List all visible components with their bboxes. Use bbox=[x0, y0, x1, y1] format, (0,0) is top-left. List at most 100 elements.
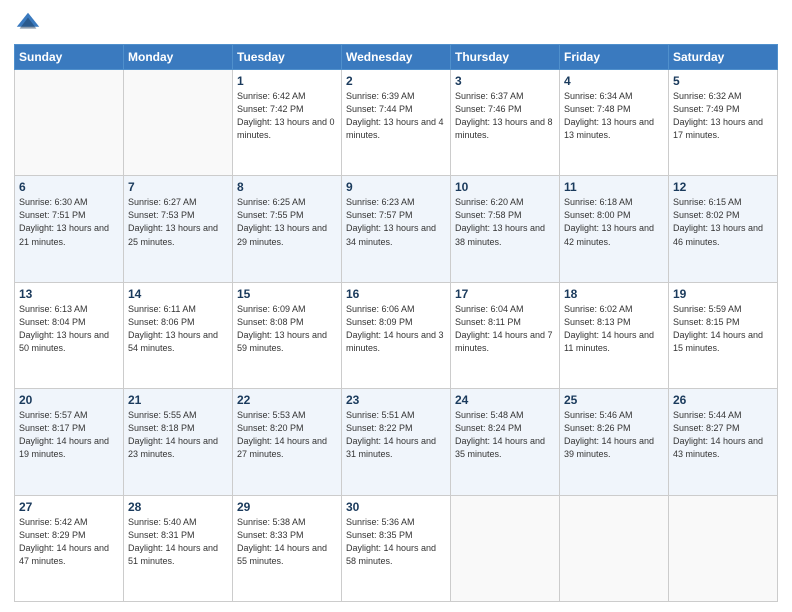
calendar-cell bbox=[124, 70, 233, 176]
cell-info: Sunrise: 6:11 AM Sunset: 8:06 PM Dayligh… bbox=[128, 303, 228, 355]
cell-info: Sunrise: 6:39 AM Sunset: 7:44 PM Dayligh… bbox=[346, 90, 446, 142]
day-number: 22 bbox=[237, 393, 337, 407]
day-number: 27 bbox=[19, 500, 119, 514]
day-number: 17 bbox=[455, 287, 555, 301]
day-number: 5 bbox=[673, 74, 773, 88]
calendar-cell: 16Sunrise: 6:06 AM Sunset: 8:09 PM Dayli… bbox=[342, 282, 451, 388]
calendar-cell: 15 Sunrise: 6:09 AM Sunset: 8:08 PM Dayli… bbox=[233, 282, 342, 388]
day-number: 8 bbox=[237, 180, 337, 194]
day-number: 4 bbox=[564, 74, 664, 88]
weekday-header-row: SundayMondayTuesdayWednesdayThursdayFrid… bbox=[15, 45, 778, 70]
day-number: 15 bbox=[237, 287, 337, 301]
calendar-week-row: 20 Sunrise: 5:57 AM Sunset: 8:17 PM Dayli… bbox=[15, 389, 778, 495]
calendar-cell: 19 Sunrise: 5:59 AM Sunset: 8:15 PM Dayli… bbox=[669, 282, 778, 388]
calendar-cell: 14 Sunrise: 6:11 AM Sunset: 8:06 PM Dayli… bbox=[124, 282, 233, 388]
cell-info: Sunrise: 6:25 AM Sunset: 7:55 PM Dayligh… bbox=[237, 196, 337, 248]
calendar-cell: 10 Sunrise: 6:20 AM Sunset: 7:58 PM Dayli… bbox=[451, 176, 560, 282]
calendar-cell: 23 Sunrise: 5:51 AM Sunset: 8:22 PM Dayli… bbox=[342, 389, 451, 495]
cell-info: Sunrise: 6:02 AM Sunset: 8:13 PM Dayligh… bbox=[564, 303, 664, 355]
calendar-cell: 20 Sunrise: 5:57 AM Sunset: 8:17 PM Dayli… bbox=[15, 389, 124, 495]
cell-info: Sunrise: 5:40 AM Sunset: 8:31 PM Dayligh… bbox=[128, 516, 228, 568]
calendar-body: 1Sunrise: 6:42 AM Sunset: 7:42 PM Daylig… bbox=[15, 70, 778, 602]
calendar-cell: 13Sunrise: 6:13 AM Sunset: 8:04 PM Dayli… bbox=[15, 282, 124, 388]
weekday-header-cell: Friday bbox=[560, 45, 669, 70]
cell-info: Sunrise: 6:09 AM Sunset: 8:08 PM Dayligh… bbox=[237, 303, 337, 355]
day-number: 24 bbox=[455, 393, 555, 407]
calendar-cell: 2 Sunrise: 6:39 AM Sunset: 7:44 PM Daylig… bbox=[342, 70, 451, 176]
day-number: 10 bbox=[455, 180, 555, 194]
calendar-cell: 22 Sunrise: 5:53 AM Sunset: 8:20 PM Dayli… bbox=[233, 389, 342, 495]
day-number: 6 bbox=[19, 180, 119, 194]
weekday-header-cell: Saturday bbox=[669, 45, 778, 70]
day-number: 21 bbox=[128, 393, 228, 407]
calendar-cell: 30Sunrise: 5:36 AM Sunset: 8:35 PM Dayli… bbox=[342, 495, 451, 601]
day-number: 3 bbox=[455, 74, 555, 88]
calendar-cell bbox=[669, 495, 778, 601]
calendar-week-row: 6 Sunrise: 6:30 AM Sunset: 7:51 PM Daylig… bbox=[15, 176, 778, 282]
calendar-cell: 29Sunrise: 5:38 AM Sunset: 8:33 PM Dayli… bbox=[233, 495, 342, 601]
calendar-cell bbox=[560, 495, 669, 601]
weekday-header-cell: Monday bbox=[124, 45, 233, 70]
calendar-cell: 25 Sunrise: 5:46 AM Sunset: 8:26 PM Dayli… bbox=[560, 389, 669, 495]
cell-info: Sunrise: 5:53 AM Sunset: 8:20 PM Dayligh… bbox=[237, 409, 337, 461]
calendar-cell: 6 Sunrise: 6:30 AM Sunset: 7:51 PM Daylig… bbox=[15, 176, 124, 282]
day-number: 26 bbox=[673, 393, 773, 407]
cell-info: Sunrise: 6:20 AM Sunset: 7:58 PM Dayligh… bbox=[455, 196, 555, 248]
day-number: 20 bbox=[19, 393, 119, 407]
calendar-table: SundayMondayTuesdayWednesdayThursdayFrid… bbox=[14, 44, 778, 602]
day-number: 16 bbox=[346, 287, 446, 301]
weekday-header-cell: Sunday bbox=[15, 45, 124, 70]
calendar-week-row: 13Sunrise: 6:13 AM Sunset: 8:04 PM Dayli… bbox=[15, 282, 778, 388]
cell-info: Sunrise: 6:32 AM Sunset: 7:49 PM Dayligh… bbox=[673, 90, 773, 142]
logo bbox=[14, 10, 46, 38]
cell-info: Sunrise: 5:38 AM Sunset: 8:33 PM Dayligh… bbox=[237, 516, 337, 568]
calendar-cell: 12Sunrise: 6:15 AM Sunset: 8:02 PM Dayli… bbox=[669, 176, 778, 282]
calendar-cell: 11Sunrise: 6:18 AM Sunset: 8:00 PM Dayli… bbox=[560, 176, 669, 282]
calendar-cell: 9 Sunrise: 6:23 AM Sunset: 7:57 PM Daylig… bbox=[342, 176, 451, 282]
cell-info: Sunrise: 5:36 AM Sunset: 8:35 PM Dayligh… bbox=[346, 516, 446, 568]
calendar-cell bbox=[451, 495, 560, 601]
cell-info: Sunrise: 6:42 AM Sunset: 7:42 PM Dayligh… bbox=[237, 90, 337, 142]
day-number: 18 bbox=[564, 287, 664, 301]
cell-info: Sunrise: 5:55 AM Sunset: 8:18 PM Dayligh… bbox=[128, 409, 228, 461]
calendar-cell bbox=[15, 70, 124, 176]
cell-info: Sunrise: 6:04 AM Sunset: 8:11 PM Dayligh… bbox=[455, 303, 555, 355]
day-number: 25 bbox=[564, 393, 664, 407]
cell-info: Sunrise: 6:23 AM Sunset: 7:57 PM Dayligh… bbox=[346, 196, 446, 248]
logo-icon bbox=[14, 10, 42, 38]
day-number: 19 bbox=[673, 287, 773, 301]
weekday-header-cell: Thursday bbox=[451, 45, 560, 70]
day-number: 14 bbox=[128, 287, 228, 301]
calendar-cell: 21 Sunrise: 5:55 AM Sunset: 8:18 PM Dayli… bbox=[124, 389, 233, 495]
day-number: 23 bbox=[346, 393, 446, 407]
calendar-week-row: 27 Sunrise: 5:42 AM Sunset: 8:29 PM Dayli… bbox=[15, 495, 778, 601]
cell-info: Sunrise: 6:15 AM Sunset: 8:02 PM Dayligh… bbox=[673, 196, 773, 248]
cell-info: Sunrise: 6:13 AM Sunset: 8:04 PM Dayligh… bbox=[19, 303, 119, 355]
calendar-cell: 5 Sunrise: 6:32 AM Sunset: 7:49 PM Daylig… bbox=[669, 70, 778, 176]
cell-info: Sunrise: 6:37 AM Sunset: 7:46 PM Dayligh… bbox=[455, 90, 555, 142]
calendar-cell: 3 Sunrise: 6:37 AM Sunset: 7:46 PM Daylig… bbox=[451, 70, 560, 176]
calendar-cell: 28Sunrise: 5:40 AM Sunset: 8:31 PM Dayli… bbox=[124, 495, 233, 601]
cell-info: Sunrise: 5:59 AM Sunset: 8:15 PM Dayligh… bbox=[673, 303, 773, 355]
calendar-cell: 8 Sunrise: 6:25 AM Sunset: 7:55 PM Daylig… bbox=[233, 176, 342, 282]
day-number: 9 bbox=[346, 180, 446, 194]
day-number: 2 bbox=[346, 74, 446, 88]
cell-info: Sunrise: 5:42 AM Sunset: 8:29 PM Dayligh… bbox=[19, 516, 119, 568]
weekday-header-cell: Wednesday bbox=[342, 45, 451, 70]
cell-info: Sunrise: 5:51 AM Sunset: 8:22 PM Dayligh… bbox=[346, 409, 446, 461]
cell-info: Sunrise: 6:30 AM Sunset: 7:51 PM Dayligh… bbox=[19, 196, 119, 248]
calendar-cell: 4 Sunrise: 6:34 AM Sunset: 7:48 PM Daylig… bbox=[560, 70, 669, 176]
calendar-cell: 17 Sunrise: 6:04 AM Sunset: 8:11 PM Dayli… bbox=[451, 282, 560, 388]
cell-info: Sunrise: 5:57 AM Sunset: 8:17 PM Dayligh… bbox=[19, 409, 119, 461]
calendar-cell: 1Sunrise: 6:42 AM Sunset: 7:42 PM Daylig… bbox=[233, 70, 342, 176]
page: SundayMondayTuesdayWednesdayThursdayFrid… bbox=[0, 0, 792, 612]
calendar-cell: 27 Sunrise: 5:42 AM Sunset: 8:29 PM Dayli… bbox=[15, 495, 124, 601]
day-number: 7 bbox=[128, 180, 228, 194]
calendar-cell: 7 Sunrise: 6:27 AM Sunset: 7:53 PM Daylig… bbox=[124, 176, 233, 282]
cell-info: Sunrise: 6:27 AM Sunset: 7:53 PM Dayligh… bbox=[128, 196, 228, 248]
cell-info: Sunrise: 6:34 AM Sunset: 7:48 PM Dayligh… bbox=[564, 90, 664, 142]
calendar-week-row: 1Sunrise: 6:42 AM Sunset: 7:42 PM Daylig… bbox=[15, 70, 778, 176]
calendar-cell: 26Sunrise: 5:44 AM Sunset: 8:27 PM Dayli… bbox=[669, 389, 778, 495]
cell-info: Sunrise: 5:46 AM Sunset: 8:26 PM Dayligh… bbox=[564, 409, 664, 461]
calendar-cell: 18 Sunrise: 6:02 AM Sunset: 8:13 PM Dayli… bbox=[560, 282, 669, 388]
